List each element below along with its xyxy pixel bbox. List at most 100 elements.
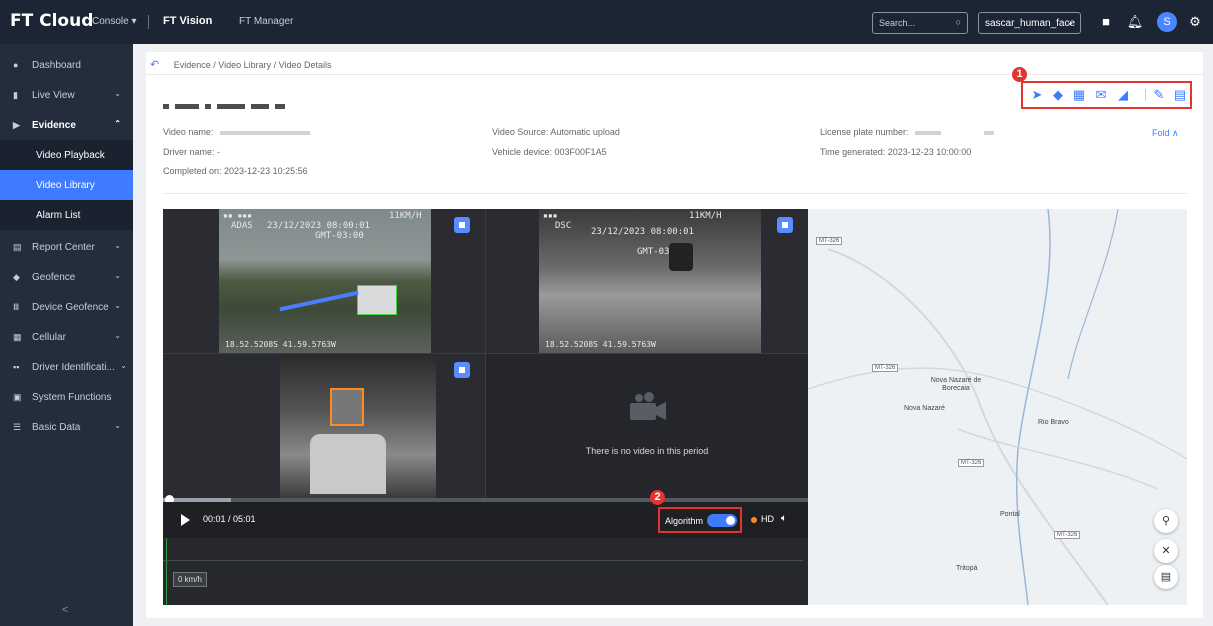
sidebar-item-label: Basic Data	[32, 422, 81, 433]
sidebar-item-dashboard[interactable]: ● Dashboard	[0, 50, 133, 80]
camera-date: 23/12/2023 08:00:01	[267, 221, 370, 231]
top-bar: FT Cloud Console ▾ FT Vision FT Manager …	[0, 0, 1213, 44]
map-place: Nova Nazaré	[904, 405, 945, 412]
divider	[146, 74, 1203, 75]
camera-feed-dsc[interactable]: ▪▪▪ DSC 23/12/2023 08:00:01 GMT-03:00 11…	[539, 209, 761, 353]
search-icon[interactable]: ○	[956, 17, 961, 27]
sidebar-item-label: Cellular	[32, 332, 66, 343]
callout-badge-2: 2	[650, 490, 665, 505]
algorithm-toggle-group: Algorithm	[658, 507, 742, 533]
sidebar-item-label: Geofence	[32, 272, 76, 283]
driver-figure	[669, 243, 693, 271]
breadcrumb-text[interactable]: Evidence / Video Library / Video Details	[174, 60, 332, 70]
sidebar-item-live-view[interactable]: ▮ Live View ⌄	[0, 80, 133, 110]
report-icon: ▤	[13, 242, 22, 252]
camera-label: ▪▪▪	[543, 211, 558, 220]
share-icon[interactable]: ◢	[1115, 87, 1131, 103]
camera-channel: ADAS	[231, 221, 253, 231]
driver-icon: ▪▪	[13, 362, 20, 372]
avatar[interactable]: S	[1157, 12, 1177, 32]
action-toolbar: ➤ ◆ ▦ ✉ ◢ ✎ ▤	[1021, 81, 1192, 109]
expand-icon[interactable]	[454, 362, 470, 378]
chevron-down-icon: ⌄	[114, 421, 121, 430]
console-dropdown[interactable]: Console ▾	[92, 16, 137, 27]
sidebar-item-driver-identification[interactable]: ▪▪ Driver Identificati... ⌄	[0, 352, 133, 382]
bell-icon[interactable]: 🔔︎	[1126, 13, 1144, 31]
document-icon[interactable]: ▤	[1172, 87, 1188, 103]
evidence-icon: ▶	[13, 120, 20, 130]
algorithm-toggle[interactable]	[707, 514, 737, 527]
vehicle-device: Vehicle device: 003F00F1A5	[492, 147, 607, 157]
close-track-icon[interactable]: ✕	[1154, 539, 1178, 563]
back-icon[interactable]: ↶	[150, 59, 159, 71]
dashboard-icon: ●	[13, 60, 19, 70]
sidebar-subitem-alarm-list[interactable]: Alarm List	[0, 200, 133, 230]
divider	[1145, 89, 1146, 101]
sidebar-item-report-center[interactable]: ▤ Report Center ⌄	[0, 232, 133, 262]
cellular-icon: ▦	[13, 332, 22, 342]
device-geofence-icon: Ⅲ	[13, 302, 20, 312]
locate-icon[interactable]: ➤	[1029, 87, 1045, 103]
timeline-track	[163, 560, 803, 561]
sidebar: ● Dashboard ▮ Live View ⌄ ▶ Evidence ⌃ V…	[0, 44, 133, 626]
license-plate-field: License plate number:	[820, 127, 994, 137]
map-view[interactable]: MT-326 MT-326 MT-326 MT-326 Nova Nazaré …	[808, 209, 1187, 605]
driver-name: Driver name: -	[163, 147, 221, 157]
breadcrumb: ↶ Evidence / Video Library / Video Detai…	[150, 58, 332, 71]
redacted-value	[983, 130, 994, 135]
map-layer-icon[interactable]: ▤	[1154, 565, 1178, 589]
no-video-cell: There is no video in this period	[486, 354, 808, 498]
system-icon: ▣	[13, 392, 22, 402]
timeline[interactable]: 0 km/h	[163, 538, 808, 605]
nav-ft-manager[interactable]: FT Manager	[239, 16, 293, 27]
settings-icon[interactable]: ⚙	[1186, 13, 1204, 31]
driver-figure	[310, 434, 386, 494]
brand-logo[interactable]: FT Cloud	[10, 11, 93, 31]
camera-icon[interactable]: ■	[1097, 13, 1115, 31]
sidebar-subitem-video-library[interactable]: Video Library	[0, 170, 133, 200]
camera-feed-adas[interactable]: ▪▪ ▪▪▪ ADAS 23/12/2023 08:00:01 GMT-03:0…	[219, 209, 431, 353]
qr-code-icon[interactable]: ▦	[1071, 87, 1087, 103]
sidebar-item-label: Report Center	[32, 242, 95, 253]
sidebar-item-evidence[interactable]: ▶ Evidence ⌃	[0, 110, 133, 140]
playback-time: 00:01 / 05:01	[203, 514, 256, 524]
fold-toggle[interactable]: Fold ∧	[1152, 128, 1179, 139]
camera-label: ▪▪ ▪▪▪	[223, 211, 252, 220]
locate-pin-icon[interactable]: ⚲	[1154, 509, 1178, 533]
expand-icon[interactable]	[454, 217, 470, 233]
search-placeholder: Search...	[879, 18, 916, 28]
road-shield: MT-326	[816, 237, 843, 245]
account-name: sascar_human_face	[985, 18, 1076, 29]
tag-icon[interactable]: ◆	[1050, 87, 1066, 103]
edit-report-icon[interactable]: ✎	[1151, 87, 1167, 103]
road-shield: MT-326	[1054, 531, 1081, 539]
sidebar-item-system-functions[interactable]: ▣ System Functions	[0, 382, 133, 412]
hd-indicator	[751, 517, 757, 523]
sidebar-item-cellular[interactable]: ▦ Cellular ⌄	[0, 322, 133, 352]
sidebar-item-basic-data[interactable]: ☰ Basic Data ⌄	[0, 412, 133, 442]
search-input[interactable]: Search... ○	[872, 12, 968, 34]
sidebar-item-label: Device Geofence	[32, 302, 109, 313]
account-select[interactable]: sascar_human_face ⌄	[978, 12, 1081, 34]
sidebar-subitem-video-playback[interactable]: Video Playback	[0, 140, 133, 170]
sidebar-collapse-button[interactable]: <	[62, 604, 68, 616]
sidebar-item-label: Dashboard	[32, 60, 81, 71]
chevron-down-icon: ⌄	[114, 241, 121, 250]
chevron-down-icon: ⌄	[1066, 17, 1074, 27]
nav-ft-vision[interactable]: FT Vision	[163, 15, 212, 27]
license-plate-label: License plate number:	[820, 127, 909, 137]
geofence-icon: ◆	[13, 272, 20, 282]
time-generated: Time generated: 2023-12-23 10:00:00	[820, 147, 972, 157]
expand-icon[interactable]	[777, 217, 793, 233]
camera-coords: 18.52.5208S 41.59.5763W	[225, 340, 336, 349]
timeline-marker	[166, 538, 167, 605]
sidebar-item-geofence[interactable]: ◆ Geofence ⌄	[0, 262, 133, 292]
volume-icon[interactable]: 🔈︎	[781, 513, 787, 524]
play-icon[interactable]	[181, 514, 190, 526]
no-video-message: There is no video in this period	[585, 446, 709, 456]
mail-icon[interactable]: ✉	[1093, 87, 1109, 103]
hd-button[interactable]: HD	[761, 514, 774, 524]
camera-feed-dms[interactable]	[280, 354, 436, 498]
speed-tag: 0 km/h	[173, 572, 208, 587]
sidebar-item-device-geofence[interactable]: Ⅲ Device Geofence ⌄	[0, 292, 133, 322]
